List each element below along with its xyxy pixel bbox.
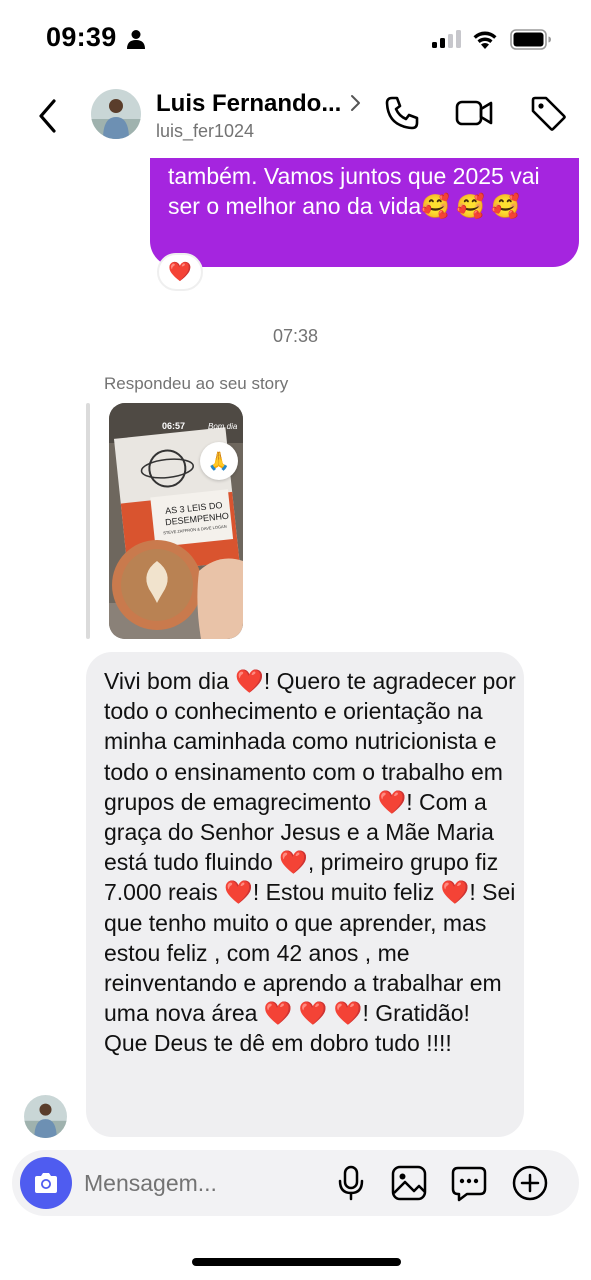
- camera-button[interactable]: [20, 1157, 72, 1209]
- contact-avatar[interactable]: [91, 89, 141, 139]
- person-icon: [127, 30, 145, 49]
- microphone-icon[interactable]: [332, 1164, 370, 1202]
- back-arrow-icon[interactable]: [30, 96, 66, 136]
- camera-icon: [35, 1173, 57, 1193]
- contact-name[interactable]: Luis Fernando...: [156, 90, 341, 118]
- sent-message-text: também. Vamos juntos que 2025 vai ser o …: [168, 163, 540, 219]
- video-icon[interactable]: [455, 94, 493, 132]
- contact-handle: luis_fer1024: [156, 121, 255, 141]
- message-timestamp: 07:38: [272, 326, 319, 346]
- chevron-right-icon[interactable]: [349, 92, 363, 114]
- home-indicator[interactable]: [192, 1258, 401, 1266]
- message-input[interactable]: [84, 1164, 324, 1202]
- wifi-icon: [473, 31, 497, 49]
- reply-indicator-bar: [86, 403, 90, 639]
- plus-icon[interactable]: [511, 1164, 549, 1202]
- pray-emoji: 🙏: [207, 450, 231, 471]
- received-message-text: Vivi bom dia ❤️! Quero te agradecer por …: [104, 668, 516, 1057]
- phone-icon[interactable]: [383, 94, 421, 132]
- story-thumbnail[interactable]: 06:57 Bom dia AS 3 LEIS DO DESEMPENHO ST…: [109, 403, 243, 639]
- message-composer: [12, 1150, 579, 1216]
- sender-avatar[interactable]: [24, 1095, 67, 1138]
- story-reaction: 🙏: [200, 442, 238, 480]
- heart-reaction: ❤️: [168, 262, 192, 283]
- status-time: 09:39: [46, 22, 117, 52]
- status-bar: 09:39: [0, 0, 591, 78]
- signal-icon: [432, 30, 461, 48]
- chat-header: Luis Fernando... luis_fer1024: [0, 78, 591, 158]
- tag-icon[interactable]: [529, 94, 567, 132]
- sticker-icon[interactable]: [450, 1164, 488, 1202]
- battery-icon: [510, 29, 551, 50]
- story-time: 06:57: [162, 421, 186, 431]
- reply-caption: Respondeu ao seu story: [104, 374, 289, 393]
- gallery-icon[interactable]: [390, 1164, 428, 1202]
- message-reaction[interactable]: ❤️: [157, 253, 203, 291]
- chat-thread[interactable]: também. Vamos juntos que 2025 vai ser o …: [0, 158, 591, 1150]
- story-greeting: Bom dia: [208, 422, 238, 431]
